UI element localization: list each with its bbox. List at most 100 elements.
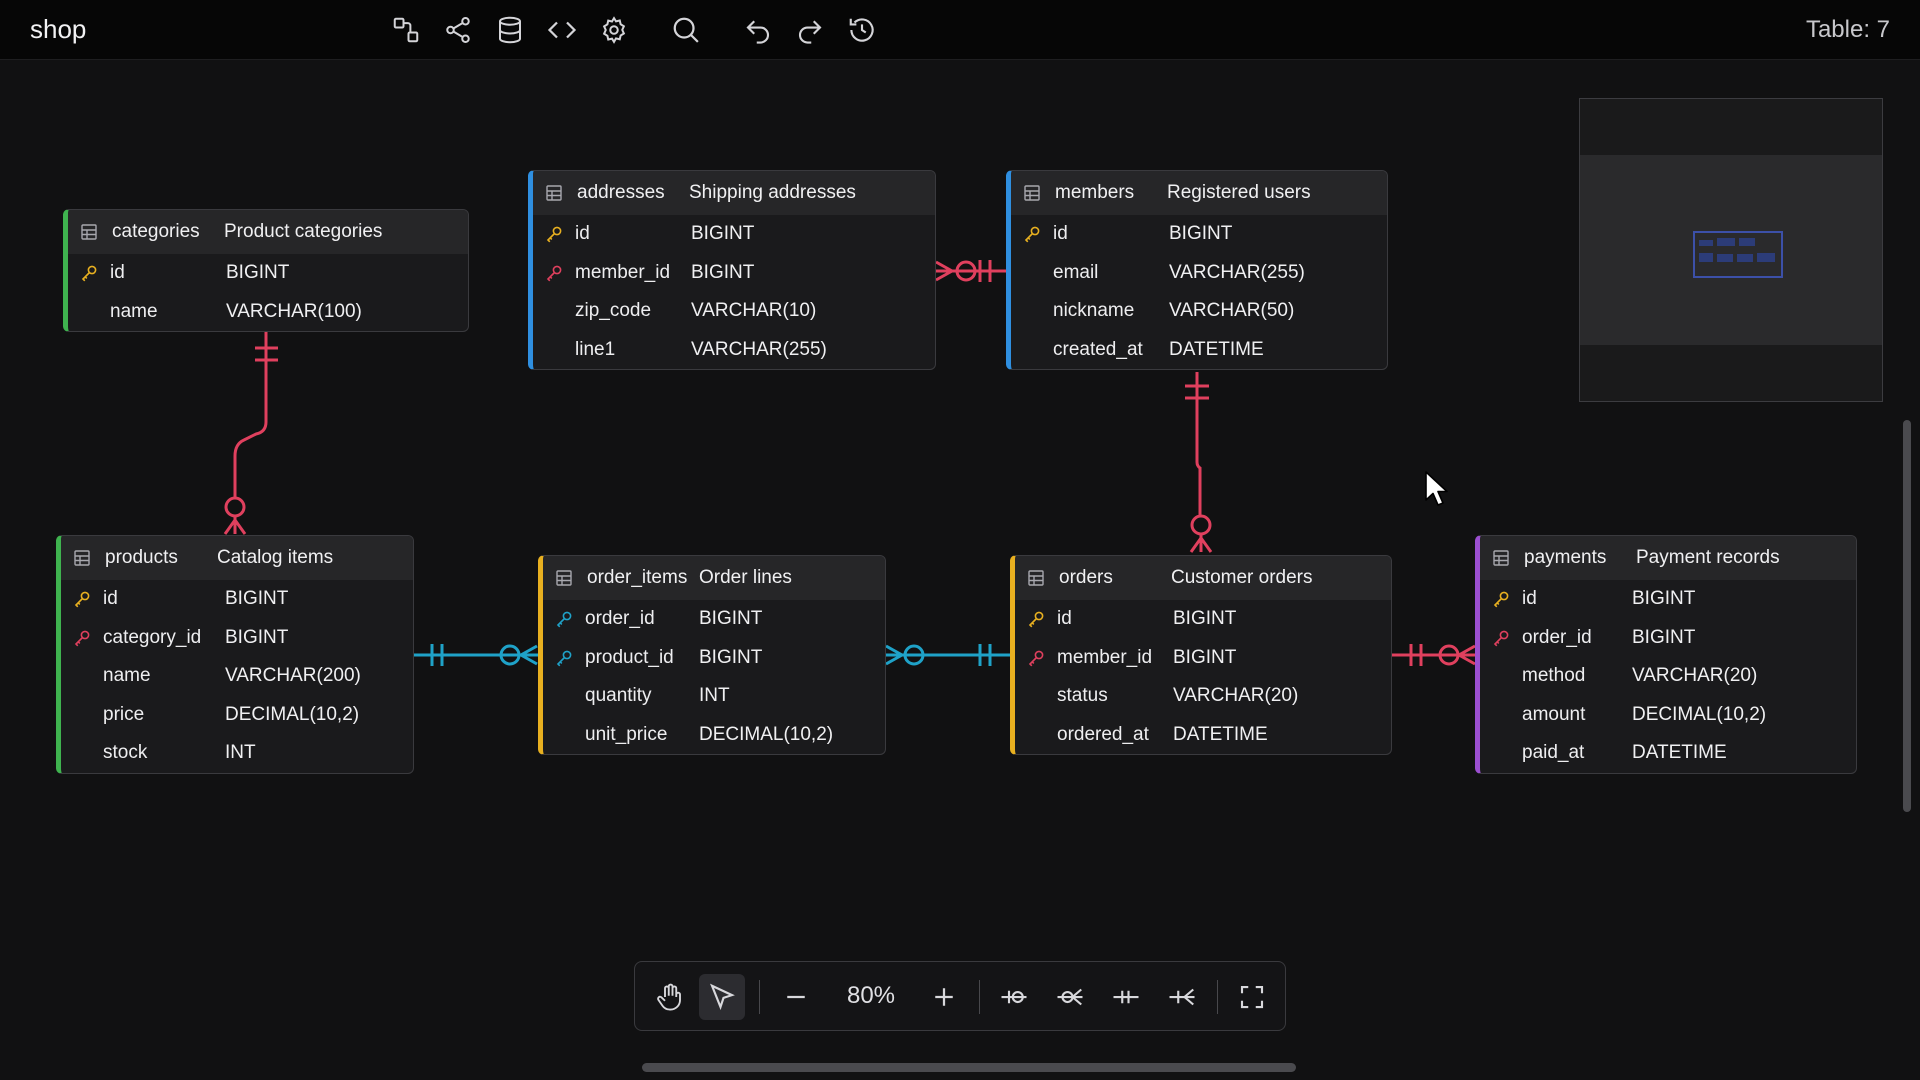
one-or-zero-icon[interactable] bbox=[991, 974, 1037, 1020]
column-row[interactable]: created_at DATETIME bbox=[1011, 331, 1387, 370]
database-icon[interactable] bbox=[491, 11, 529, 49]
gear-icon[interactable] bbox=[595, 11, 633, 49]
column-row[interactable]: product_id BIGINT bbox=[543, 639, 885, 678]
toolbar-separator bbox=[759, 980, 760, 1014]
column-name: name bbox=[110, 300, 158, 322]
fullscreen-icon[interactable] bbox=[1229, 974, 1275, 1020]
table-members[interactable]: members Registered users id BIGINT email… bbox=[1006, 170, 1388, 370]
one-and-only-one-icon[interactable] bbox=[1103, 974, 1149, 1020]
column-row[interactable]: line1 VARCHAR(255) bbox=[533, 331, 935, 370]
table-header[interactable]: order_items Order lines bbox=[543, 556, 885, 600]
table-name: categories bbox=[112, 221, 200, 242]
column-row[interactable]: zip_code VARCHAR(10) bbox=[533, 292, 935, 331]
table-name: payments bbox=[1524, 547, 1607, 568]
column-row[interactable]: price DECIMAL(10,2) bbox=[61, 696, 413, 735]
column-row[interactable]: member_id BIGINT bbox=[533, 254, 935, 293]
column-row[interactable]: status VARCHAR(20) bbox=[1015, 677, 1391, 716]
column-row[interactable]: paid_at DATETIME bbox=[1480, 734, 1856, 773]
table-header[interactable]: categories Product categories bbox=[68, 210, 468, 254]
table-comment: Catalog items bbox=[217, 547, 334, 568]
column-row[interactable]: method VARCHAR(20) bbox=[1480, 657, 1856, 696]
code-icon[interactable] bbox=[543, 11, 581, 49]
minimap-band bbox=[1580, 99, 1882, 155]
column-name: category_id bbox=[103, 626, 202, 648]
table-orders[interactable]: orders Customer orders id BIGINT member_… bbox=[1010, 555, 1392, 755]
foreign-key-icon bbox=[1480, 629, 1522, 647]
mouse-cursor bbox=[1425, 471, 1448, 506]
undo-icon[interactable] bbox=[739, 11, 777, 49]
column-row[interactable]: id BIGINT bbox=[1480, 580, 1856, 619]
column-type: BIGINT bbox=[226, 262, 290, 284]
share-icon[interactable] bbox=[439, 11, 477, 49]
column-type: INT bbox=[699, 685, 730, 707]
table-comment: Registered users bbox=[1167, 182, 1311, 203]
search-icon[interactable] bbox=[667, 11, 705, 49]
zero-or-many-icon[interactable] bbox=[1047, 974, 1093, 1020]
table-order-items[interactable]: order_items Order lines order_id BIGINT … bbox=[538, 555, 886, 755]
column-name: price bbox=[103, 703, 145, 725]
table-header[interactable]: payments Payment records bbox=[1480, 536, 1856, 580]
project-title[interactable]: shop bbox=[30, 14, 86, 45]
foreign-key-icon bbox=[533, 264, 575, 282]
diagram-icon[interactable] bbox=[387, 11, 425, 49]
table-payments[interactable]: payments Payment records id BIGINT order… bbox=[1475, 535, 1857, 774]
zoom-in-icon[interactable] bbox=[921, 974, 967, 1020]
column-row[interactable]: nickname VARCHAR(50) bbox=[1011, 292, 1387, 331]
column-row[interactable]: ordered_at DATETIME bbox=[1015, 716, 1391, 755]
foreign-key-icon bbox=[61, 629, 103, 647]
column-row[interactable]: amount DECIMAL(10,2) bbox=[1480, 696, 1856, 735]
table-header[interactable]: products Catalog items bbox=[61, 536, 413, 580]
column-row[interactable]: id BIGINT bbox=[68, 254, 468, 293]
primary-key-icon bbox=[1011, 225, 1053, 243]
column-type: DATETIME bbox=[1169, 338, 1264, 360]
minimap[interactable] bbox=[1579, 98, 1883, 402]
column-type: BIGINT bbox=[691, 223, 755, 245]
toolbar-separator bbox=[979, 980, 980, 1014]
pointer-icon[interactable] bbox=[699, 974, 745, 1020]
column-row[interactable]: name VARCHAR(100) bbox=[68, 293, 468, 332]
column-row[interactable]: stock INT bbox=[61, 734, 413, 773]
column-type: BIGINT bbox=[691, 261, 755, 283]
table-icon bbox=[555, 569, 573, 587]
vertical-scrollbar[interactable] bbox=[1903, 420, 1911, 812]
column-row[interactable]: id BIGINT bbox=[533, 215, 935, 254]
column-name: id bbox=[110, 262, 125, 284]
column-type: VARCHAR(100) bbox=[226, 300, 362, 322]
column-row[interactable]: id BIGINT bbox=[1011, 215, 1387, 254]
primary-key-icon bbox=[61, 590, 103, 608]
table-header[interactable]: addresses Shipping addresses bbox=[533, 171, 935, 215]
redo-icon[interactable] bbox=[791, 11, 829, 49]
column-row[interactable]: name VARCHAR(200) bbox=[61, 657, 413, 696]
one-or-many-icon[interactable] bbox=[1159, 974, 1205, 1020]
primary-key-icon bbox=[533, 225, 575, 243]
column-row[interactable]: unit_price DECIMAL(10,2) bbox=[543, 716, 885, 755]
column-name: id bbox=[575, 223, 590, 245]
column-row[interactable]: category_id BIGINT bbox=[61, 619, 413, 658]
top-bar: shop Table: 7 bbox=[0, 0, 1920, 60]
zoom-out-icon[interactable] bbox=[773, 974, 819, 1020]
column-row[interactable]: id BIGINT bbox=[61, 580, 413, 619]
column-row[interactable]: id BIGINT bbox=[1015, 600, 1391, 639]
column-type: INT bbox=[225, 742, 256, 764]
horizontal-scrollbar[interactable] bbox=[642, 1063, 1296, 1072]
table-header[interactable]: members Registered users bbox=[1011, 171, 1387, 215]
table-header[interactable]: orders Customer orders bbox=[1015, 556, 1391, 600]
zoom-level[interactable]: 80% bbox=[831, 982, 911, 1010]
minimap-viewport[interactable] bbox=[1693, 231, 1783, 278]
table-products[interactable]: products Catalog items id BIGINT categor… bbox=[56, 535, 414, 774]
table-icon bbox=[545, 184, 563, 202]
table-addresses[interactable]: addresses Shipping addresses id BIGINT m… bbox=[528, 170, 936, 370]
history-icon[interactable] bbox=[843, 11, 881, 49]
table-categories[interactable]: categories Product categories id BIGINT … bbox=[63, 209, 469, 332]
column-name: member_id bbox=[575, 261, 671, 283]
column-row[interactable]: order_id BIGINT bbox=[543, 600, 885, 639]
column-type: VARCHAR(50) bbox=[1169, 300, 1295, 322]
column-row[interactable]: member_id BIGINT bbox=[1015, 639, 1391, 678]
column-row[interactable]: order_id BIGINT bbox=[1480, 619, 1856, 658]
column-name: status bbox=[1057, 685, 1108, 707]
table-count: Table: 7 bbox=[1805, 16, 1890, 43]
column-type: VARCHAR(200) bbox=[225, 665, 361, 687]
column-row[interactable]: email VARCHAR(255) bbox=[1011, 254, 1387, 293]
column-row[interactable]: quantity INT bbox=[543, 677, 885, 716]
hand-icon[interactable] bbox=[647, 974, 693, 1020]
